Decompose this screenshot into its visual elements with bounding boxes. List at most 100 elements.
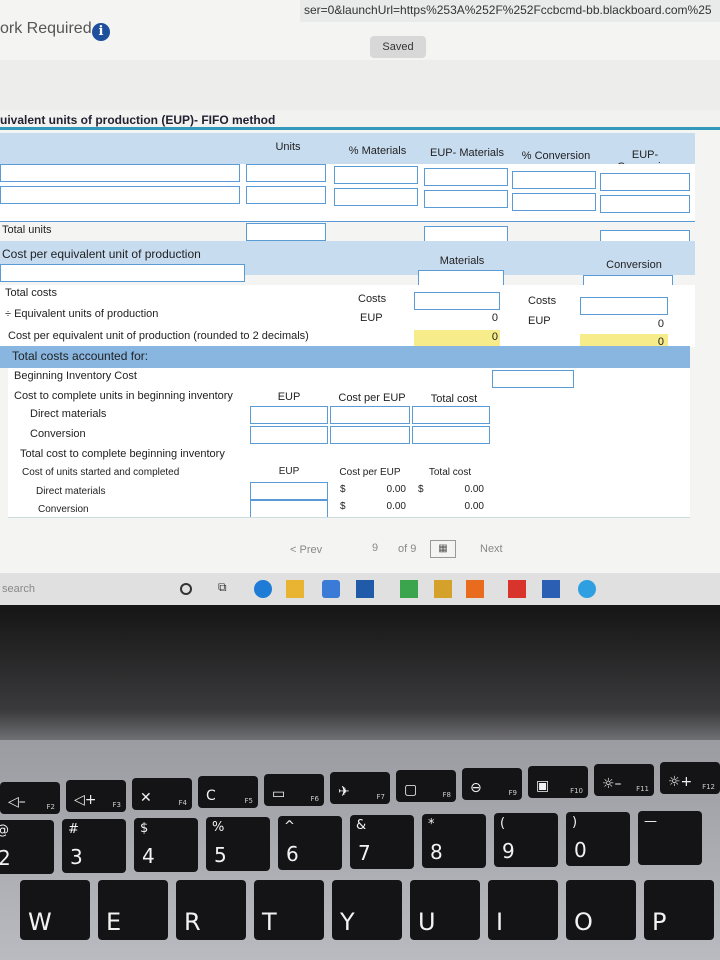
eup-row1-eupconv-input[interactable] xyxy=(600,173,690,191)
file-explorer-icon[interactable] xyxy=(286,580,304,598)
cb-conv-cost-input[interactable] xyxy=(330,426,410,444)
app-icon[interactable] xyxy=(466,580,484,598)
letter-key-label: Y xyxy=(340,908,355,936)
sc-direct-materials-label: Direct materials xyxy=(36,486,106,497)
materials-eup-value: 0 xyxy=(491,312,498,324)
function-key-symbol: ▢ xyxy=(404,782,418,798)
number-key[interactable]: $4 xyxy=(134,818,198,872)
letter-key[interactable]: P xyxy=(644,880,714,940)
laptop-bezel xyxy=(0,605,720,755)
cb-dm-eup-input[interactable] xyxy=(250,406,328,424)
info-icon[interactable]: i xyxy=(92,23,110,41)
number-key-digit: 9 xyxy=(502,839,515,863)
function-key[interactable]: C F5 xyxy=(198,776,258,808)
eup-row2-eupmat-input[interactable] xyxy=(424,190,508,208)
number-key-digit: 7 xyxy=(358,841,371,865)
number-key[interactable]: % 5 xyxy=(206,817,270,871)
eup-row2-units-input[interactable] xyxy=(246,186,326,204)
function-key[interactable]: ✈ F7 xyxy=(330,772,390,804)
total-units-input[interactable] xyxy=(246,223,326,241)
letter-key[interactable]: T xyxy=(254,880,324,940)
letter-key[interactable]: W xyxy=(20,880,90,940)
materials-costs-label: Costs xyxy=(358,293,387,305)
chrome-icon[interactable] xyxy=(578,580,596,598)
function-key[interactable]: ◁– F2 xyxy=(0,782,60,814)
letter-key[interactable]: U xyxy=(410,880,480,940)
number-key[interactable]: ^ 6 xyxy=(278,816,342,870)
cb-dm-total-input[interactable] xyxy=(412,406,490,424)
cb-conv-total-input[interactable] xyxy=(412,426,490,444)
materials-total-costs-input[interactable] xyxy=(414,292,500,310)
sc-dm-total-value: 0.00 xyxy=(464,484,484,495)
taskbar-search[interactable]: search xyxy=(2,583,35,595)
sc-conv-eup-input[interactable] xyxy=(250,500,328,518)
next-button[interactable]: Next xyxy=(480,543,503,555)
number-key[interactable]: #3 xyxy=(62,819,126,873)
eup-row2-pctconv-input[interactable] xyxy=(512,193,596,211)
taskbar: search ⧉ xyxy=(0,573,720,605)
function-key[interactable]: ☼+ F12 xyxy=(660,762,720,794)
function-key-symbol: ◁– xyxy=(8,794,26,810)
number-key[interactable]: * 8 xyxy=(422,814,486,868)
letter-key[interactable]: Y xyxy=(332,880,402,940)
beginning-inventory-input[interactable] xyxy=(492,370,574,388)
worksheet-title: uivalent units of production (EUP)- FIFO… xyxy=(0,110,720,130)
eup-row2-eupconv-input[interactable] xyxy=(600,195,690,213)
cb-dm-cost-input[interactable] xyxy=(330,406,410,424)
letter-key-label: I xyxy=(496,908,504,936)
function-key[interactable]: ☼– F11 xyxy=(594,764,654,796)
cost-per-eup-label-input[interactable] xyxy=(0,264,245,282)
address-bar[interactable]: ser=0&launchUrl=https%253A%252F%252Fccbc… xyxy=(300,0,720,22)
letter-key[interactable]: I xyxy=(488,880,558,940)
function-key-label: F7 xyxy=(376,793,385,801)
eup-row1-label-input[interactable] xyxy=(0,164,240,182)
function-key[interactable]: ◁+ F3 xyxy=(66,780,126,812)
number-key[interactable]: — xyxy=(638,811,702,865)
eup-row2-pctmat-input[interactable] xyxy=(334,188,418,206)
grid-icon[interactable]: ▦ xyxy=(430,540,456,558)
eup-row1-pctconv-input[interactable] xyxy=(512,171,596,189)
letter-key[interactable]: O xyxy=(566,880,636,940)
col-eup-materials: EUP- Materials xyxy=(430,147,504,159)
eup-row2-label-input[interactable] xyxy=(0,186,240,204)
function-key-symbol: ▣ xyxy=(536,778,550,794)
function-key[interactable]: ▣ F10 xyxy=(528,766,588,798)
store-icon[interactable] xyxy=(322,580,340,598)
header-band xyxy=(0,60,720,112)
eup-row1-units-input[interactable] xyxy=(246,164,326,182)
eup-row1-pctmat-input[interactable] xyxy=(334,166,418,184)
cb-conv-eup-input[interactable] xyxy=(250,426,328,444)
app-icon[interactable] xyxy=(542,580,560,598)
cb-eup-header: EUP xyxy=(277,391,301,403)
function-key[interactable]: ⊖ F9 xyxy=(462,768,522,800)
app-icon[interactable] xyxy=(434,580,452,598)
eup-row1-eupmat-input[interactable] xyxy=(424,168,508,186)
task-view-icon[interactable]: ⧉ xyxy=(218,580,236,598)
function-key[interactable]: ▢ F8 xyxy=(396,770,456,802)
function-key[interactable]: ▭ F6 xyxy=(264,774,324,806)
sc-conv-dollar1: $ xyxy=(340,501,346,512)
current-page[interactable]: 9 xyxy=(372,542,378,554)
app-icon[interactable] xyxy=(508,580,526,598)
letter-key[interactable]: R xyxy=(176,880,246,940)
app-icon[interactable] xyxy=(400,580,418,598)
letter-key[interactable]: E xyxy=(98,880,168,940)
conversion-total-costs-input[interactable] xyxy=(580,297,668,315)
function-key-symbol: ⊖ xyxy=(470,780,482,796)
mail-icon[interactable] xyxy=(356,580,374,598)
number-key[interactable]: ) 0 xyxy=(566,812,630,866)
number-key[interactable]: & 7 xyxy=(350,815,414,869)
sc-dm-eup-input[interactable] xyxy=(250,482,328,500)
letter-key-label: U xyxy=(418,908,436,936)
prev-button[interactable]: < Prev xyxy=(290,544,322,556)
cb-conversion-label: Conversion xyxy=(30,428,86,440)
started-completed-label: Cost of units started and completed xyxy=(22,467,180,478)
number-key[interactable]: @2 xyxy=(0,820,54,874)
function-key-label: F3 xyxy=(112,801,121,809)
function-key[interactable]: ✕ F4 xyxy=(132,778,192,810)
edge-icon[interactable] xyxy=(254,580,272,598)
sc-cost-per-eup-header: Cost per EUP xyxy=(339,467,401,478)
letter-key-label: W xyxy=(28,908,52,936)
number-key[interactable]: (9 xyxy=(494,813,558,867)
cortana-icon[interactable] xyxy=(180,583,192,595)
